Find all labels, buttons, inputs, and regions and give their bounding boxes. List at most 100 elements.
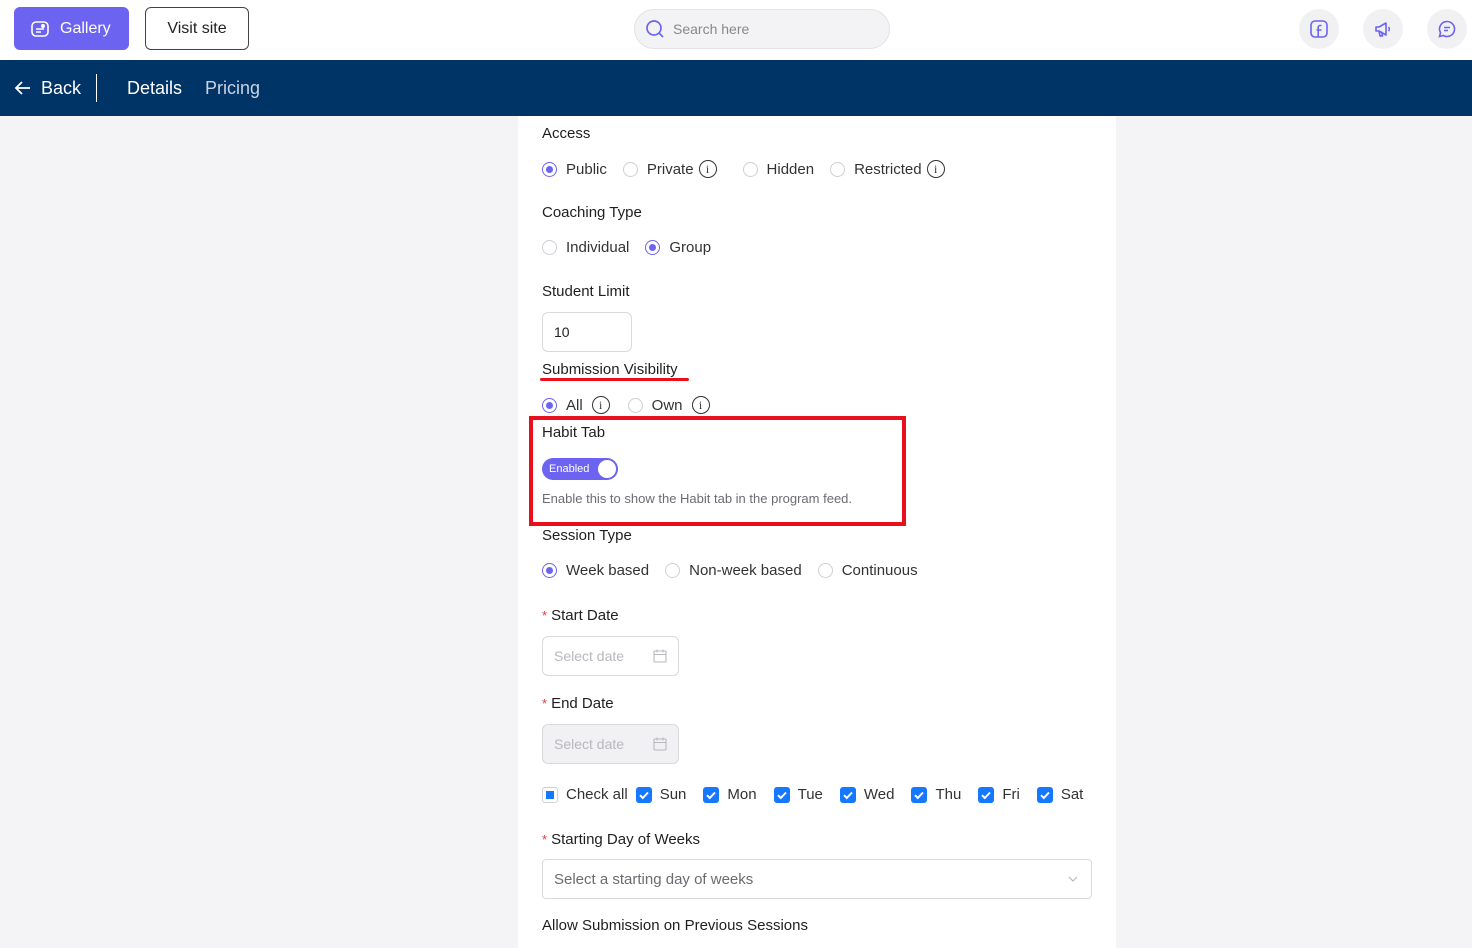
end-date-picker[interactable]: Select date [542, 724, 679, 764]
coaching-individual-radio[interactable]: Individual [542, 239, 629, 256]
submission-visibility-label: Submission Visibility [542, 361, 678, 378]
checkmark-icon [635, 786, 652, 803]
coaching-group-label: Group [669, 239, 712, 256]
radio-dot [542, 563, 557, 578]
session-continuous-radio[interactable]: Continuous [817, 562, 918, 579]
chat-button[interactable] [1427, 9, 1467, 49]
end-date-label: * End Date [542, 695, 614, 712]
access-restricted-radio[interactable]: Restricted i [830, 160, 945, 178]
start-date-picker[interactable]: Select date [542, 636, 679, 676]
access-private-radio[interactable]: Private i [622, 160, 717, 178]
visibility-own-radio[interactable]: Own i [627, 396, 710, 414]
required-mark: * [542, 696, 548, 711]
check-all-checkbox[interactable]: Check all [542, 786, 628, 803]
day-mon-checkbox[interactable]: Mon [703, 786, 757, 803]
day-thu-checkbox[interactable]: Thu [911, 786, 961, 803]
session-type-label: Session Type [542, 527, 632, 544]
student-limit-input[interactable] [542, 312, 632, 352]
day-thu-label: Thu [935, 786, 962, 803]
coaching-group-radio[interactable]: Group [645, 239, 711, 256]
radio-dot [830, 161, 846, 177]
info-icon[interactable]: i [591, 396, 610, 414]
gallery-label: Gallery [60, 19, 111, 37]
visibility-all-radio[interactable]: All i [542, 396, 610, 414]
access-public-label: Public [566, 160, 607, 178]
session-week-based-label: Week based [566, 562, 650, 579]
back-button[interactable]: Back [14, 60, 81, 116]
checkmark-icon [911, 786, 928, 803]
end-date-text: End Date [551, 695, 614, 712]
day-tue-checkbox[interactable]: Tue [773, 786, 823, 803]
radio-dot [742, 161, 758, 177]
access-hidden-label: Hidden [766, 160, 815, 178]
visit-site-button[interactable]: Visit site [145, 7, 249, 50]
chevron-down-icon [1068, 876, 1078, 882]
radio-dot [645, 240, 661, 255]
coaching-type-options: Individual Group [542, 239, 711, 256]
search-bar [634, 9, 890, 49]
checkmark-icon [703, 786, 720, 803]
visibility-own-label: Own [651, 396, 683, 414]
required-mark: * [542, 832, 548, 847]
checkmark-icon [839, 786, 856, 803]
coaching-type-label: Coaching Type [542, 204, 642, 221]
submission-visibility-options: All i Own i [542, 396, 710, 414]
radio-dot [542, 397, 557, 413]
access-public-radio[interactable]: Public [542, 161, 607, 178]
session-non-week-label: Non-week based [689, 562, 802, 579]
info-icon[interactable]: i [691, 396, 710, 414]
secondary-nav: Back Details Pricing [0, 60, 1472, 116]
checkmark-icon [773, 786, 790, 803]
gallery-button[interactable]: Gallery [14, 7, 129, 50]
search-input[interactable] [673, 21, 873, 37]
session-non-week-radio[interactable]: Non-week based [665, 562, 802, 579]
info-icon[interactable]: i [926, 160, 945, 178]
back-label: Back [41, 77, 82, 98]
chat-icon [1438, 20, 1456, 38]
radio-dot [622, 161, 638, 177]
toggle-knob [598, 460, 616, 478]
tab-details[interactable]: Details [127, 60, 182, 116]
start-date-text: Start Date [551, 607, 619, 624]
facebook-icon [1310, 20, 1328, 38]
day-sat-checkbox[interactable]: Sat [1036, 786, 1083, 803]
radio-dot [665, 563, 681, 578]
toggle-label: Enabled [549, 463, 590, 475]
radio-dot [627, 397, 643, 413]
visit-site-label: Visit site [167, 19, 227, 37]
student-limit-label: Student Limit [542, 283, 630, 300]
checkmark-icon [978, 786, 995, 803]
arrow-left-icon [14, 81, 30, 95]
checkmark-icon [1036, 786, 1053, 803]
announcements-button[interactable] [1363, 9, 1403, 49]
coaching-individual-label: Individual [566, 239, 630, 256]
day-wed-checkbox[interactable]: Wed [839, 786, 894, 803]
info-icon[interactable]: i [698, 160, 717, 178]
facebook-button[interactable] [1299, 9, 1339, 49]
tab-pricing[interactable]: Pricing [205, 60, 260, 116]
access-hidden-radio[interactable]: Hidden [742, 160, 815, 178]
day-fri-checkbox[interactable]: Fri [978, 786, 1020, 803]
day-sun-checkbox[interactable]: Sun [635, 786, 686, 803]
access-private-label: Private [646, 160, 694, 178]
highlight-underline [540, 378, 689, 381]
gallery-icon [31, 20, 49, 37]
required-mark: * [542, 608, 548, 623]
access-restricted-label: Restricted [854, 160, 922, 178]
calendar-icon [653, 649, 667, 663]
access-label: Access [542, 125, 591, 142]
habit-tab-toggle[interactable]: Enabled [542, 458, 618, 480]
session-week-based-radio[interactable]: Week based [542, 562, 649, 579]
end-date-placeholder: Select date [554, 736, 625, 752]
radio-dot [817, 563, 833, 578]
top-bar: Gallery Visit site [0, 0, 1472, 60]
radio-dot [542, 240, 557, 255]
check-all-label: Check all [566, 786, 628, 803]
starting-day-select[interactable]: Select a starting day of weeks [542, 859, 1092, 899]
day-tue-label: Tue [797, 786, 823, 803]
session-continuous-label: Continuous [841, 562, 918, 579]
day-mon-label: Mon [727, 786, 757, 803]
starting-day-text: Starting Day of Weeks [551, 831, 701, 848]
settings-form: Access Public Private i Hidden Restricte… [518, 116, 1116, 948]
access-options: Public Private i Hidden Restricted i [542, 160, 945, 178]
